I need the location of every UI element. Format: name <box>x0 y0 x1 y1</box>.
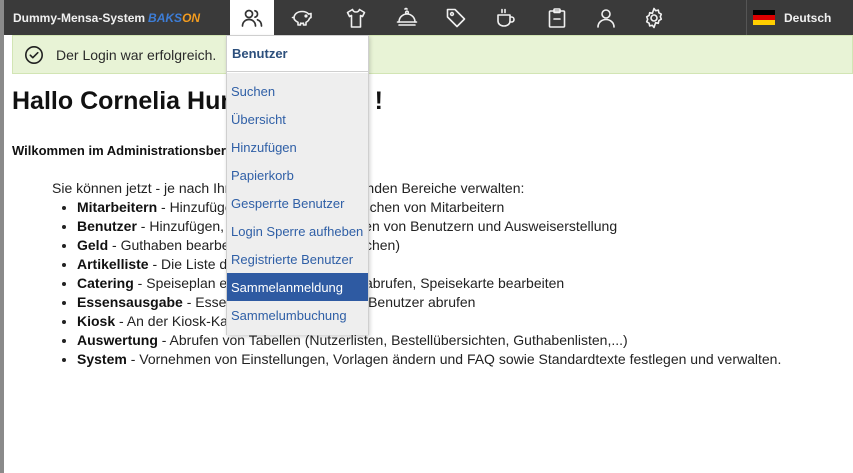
menu-item-blocked-users[interactable]: Gesperrte Benutzer <box>227 189 368 217</box>
brand-logo-part2: ON <box>182 11 201 25</box>
users-icon <box>241 9 263 27</box>
area-title: Essensausgabe <box>77 294 183 310</box>
gear-icon <box>645 7 663 28</box>
nav-users[interactable] <box>230 0 274 35</box>
clipboard-icon <box>548 7 566 28</box>
user-icon <box>597 8 615 28</box>
language-selector[interactable]: Deutsch <box>746 0 853 35</box>
top-navigation-bar: Dummy-Mensa-System BAKSON Deutsch <box>4 0 853 35</box>
dropdown-header: Benutzer <box>227 36 368 72</box>
nav-articles[interactable] <box>334 0 378 35</box>
german-flag-icon <box>753 10 775 25</box>
area-title: Benutzer <box>77 218 137 234</box>
area-title: Auswertung <box>77 332 158 348</box>
menu-item-unlock-login[interactable]: Login Sperre aufheben <box>227 217 368 245</box>
menu-item-overview[interactable]: Übersicht <box>227 105 368 133</box>
brand-logo[interactable]: Dummy-Mensa-System BAKSON <box>13 11 200 25</box>
area-title: Catering <box>77 275 134 291</box>
list-item: Artikelliste - Die Liste der Artikel bea… <box>77 255 781 274</box>
menu-item-registered-users[interactable]: Registrierte Benutzer <box>227 245 368 273</box>
nav-settings[interactable] <box>632 0 676 35</box>
menu-item-trash[interactable]: Papierkorb <box>227 161 368 189</box>
nav-money[interactable] <box>280 0 324 35</box>
nav-price-tags[interactable] <box>434 0 478 35</box>
nav-catering[interactable] <box>385 0 429 35</box>
nav-evaluation[interactable] <box>535 0 579 35</box>
shirt-icon <box>346 8 366 28</box>
list-item: System - Vornehmen von Einstellungen, Vo… <box>77 350 781 369</box>
cloche-icon <box>396 7 418 26</box>
flag-stripe-gold <box>753 20 775 25</box>
area-title: Artikelliste <box>77 256 149 272</box>
area-title: Geld <box>77 237 109 253</box>
list-item: Catering - Speiseplan erstellen, Bestell… <box>77 274 781 293</box>
nav-kiosk[interactable] <box>484 0 528 35</box>
list-item: Mitarbeitern - Hinzufügen, Bearbeiten un… <box>77 198 781 217</box>
nav-profile[interactable] <box>584 0 628 35</box>
welcome-heading: Wilkommen im Administrationsbereich <box>12 143 252 158</box>
area-title: System <box>77 351 127 367</box>
menu-item-bulk-transfer[interactable]: Sammelumbuchung <box>227 301 368 329</box>
check-circle-icon <box>25 45 43 64</box>
brand-name: Dummy-Mensa-System <box>13 11 146 25</box>
list-item: Essensausgabe - Essensausgabe, Daten der… <box>77 293 781 312</box>
menu-item-bulk-registration[interactable]: Sammelanmeldung <box>227 273 368 301</box>
area-title: Mitarbeitern <box>77 199 158 215</box>
piggy-bank-icon <box>291 10 312 26</box>
tag-icon <box>446 8 466 27</box>
menu-item-add[interactable]: Hinzufügen <box>227 133 368 161</box>
language-label: Deutsch <box>784 10 832 25</box>
list-item: Geld - Guthaben bearbeiten (Einzahlungen… <box>77 236 781 255</box>
list-item: Kiosk - An der Kiosk-Kasse verkaufen <box>77 312 781 331</box>
login-success-alert: Der Login war erfolgreich. <box>12 35 853 74</box>
brand-logo-part1: BAKS <box>148 11 183 25</box>
left-edge-border <box>0 0 4 473</box>
users-dropdown-menu: Benutzer Suchen Übersicht Hinzufügen Pap… <box>226 35 369 335</box>
area-description: - Vornehmen von Einstellungen, Vorlagen … <box>126 351 782 367</box>
coffee-cup-icon <box>497 8 515 27</box>
menu-item-search[interactable]: Suchen <box>227 77 368 105</box>
area-title: Kiosk <box>77 313 116 329</box>
alert-message: Der Login war erfolgreich. <box>56 46 217 63</box>
dropdown-item-list: Suchen Übersicht Hinzufügen Papierkorb G… <box>227 73 368 335</box>
area-description: - Hinzufügen, Bearbeiten und Löschen von… <box>136 218 618 234</box>
list-item: Benutzer - Hinzufügen, Bearbeiten und Lö… <box>77 217 781 236</box>
list-item: Auswertung - Abrufen von Tabellen (Nutze… <box>77 331 781 350</box>
admin-areas-list: Mitarbeitern - Hinzufügen, Bearbeiten un… <box>77 198 781 369</box>
